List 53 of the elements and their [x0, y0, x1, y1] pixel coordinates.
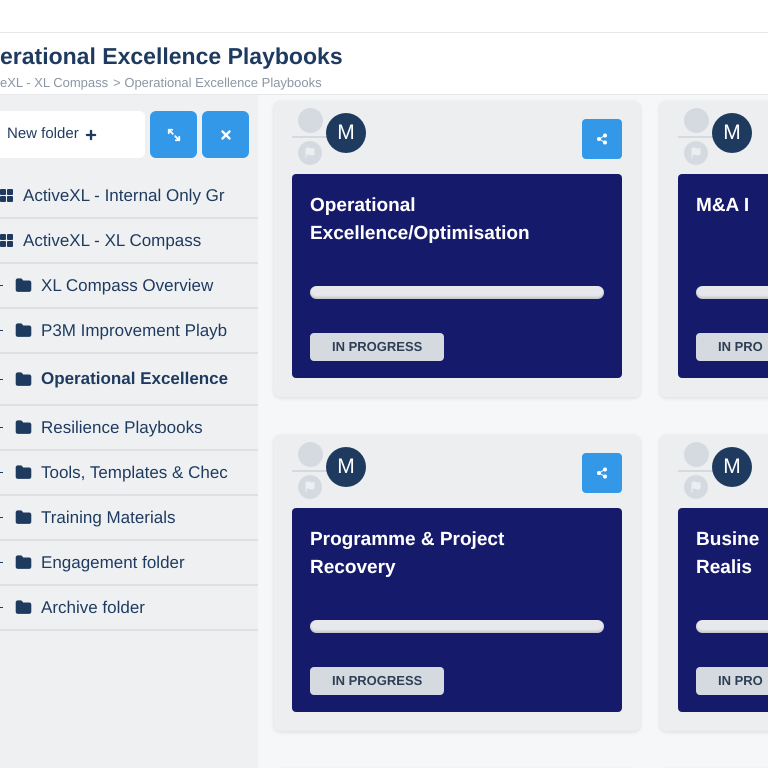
tree-dash [0, 285, 3, 286]
share-button[interactable] [582, 453, 622, 493]
status-badge: IN PRO [696, 333, 768, 360]
playbook-card[interactable]: M M&A I IN PRO [660, 101, 768, 397]
card-title: M&A I [696, 194, 750, 218]
tree-dash [0, 607, 3, 608]
folder-label: Operational Excellence [41, 368, 228, 390]
status-badge: IN PROGRESS [310, 667, 444, 694]
status-badge: IN PROGRESS [310, 333, 444, 360]
grid-icon [0, 234, 13, 247]
card-title: Busine [696, 528, 760, 552]
folder-icon [15, 554, 32, 571]
playbook-card[interactable]: M Busine Realis IN PRO [660, 435, 768, 731]
tree-dash [0, 427, 3, 428]
folder-icon [15, 599, 32, 616]
tree-dash [0, 472, 3, 473]
share-icon [596, 133, 608, 145]
playbook-card[interactable]: M Programme & Project Recovery IN PROGRESS [274, 435, 640, 731]
card-title: Operational [310, 194, 417, 218]
card-title: Programme & Project [310, 528, 506, 552]
grid-icon [0, 189, 13, 202]
folder-label: Tools, Templates & Chec [41, 462, 228, 484]
folder-icon [15, 277, 32, 294]
folder-label: Archive folder [41, 596, 145, 619]
folder-label: Engagement folder [41, 552, 185, 574]
close-button[interactable] [202, 111, 249, 158]
card-title: Realis [696, 556, 753, 580]
plus-icon [84, 128, 98, 142]
close-icon [218, 128, 232, 142]
folder-icon [15, 322, 32, 339]
folder-icon [15, 370, 32, 388]
tree-dash [0, 517, 3, 518]
expand-button[interactable] [150, 111, 197, 158]
folder-label: P3M Improvement Playb [41, 320, 228, 342]
folder-icon [15, 464, 32, 481]
group-label: ActiveXL - Internal Only Gr [23, 184, 225, 207]
expand-icon [166, 128, 180, 142]
folder-icon [15, 419, 32, 436]
card-title: Excellence/Optimisation [310, 222, 531, 246]
group-label: ActiveXL - XL Compass [23, 230, 202, 252]
new-folder-button[interactable]: New folder [0, 111, 145, 158]
folder-icon [15, 509, 32, 526]
tree-dash [0, 562, 3, 563]
share-button[interactable] [582, 119, 622, 159]
folder-label: XL Compass Overview [41, 274, 214, 297]
card-title: Recovery [310, 556, 397, 580]
page-title: erational Excellence Playbooks [0, 42, 344, 71]
folder-label: Training Materials [41, 506, 176, 529]
folder-label: Resilience Playbooks [41, 416, 203, 439]
playbook-card[interactable]: M Operational Excellence/Optimisation IN PROGRESS [274, 101, 640, 397]
tree-dash [0, 330, 3, 331]
share-icon [596, 467, 608, 479]
status-badge: IN PRO [696, 667, 768, 694]
